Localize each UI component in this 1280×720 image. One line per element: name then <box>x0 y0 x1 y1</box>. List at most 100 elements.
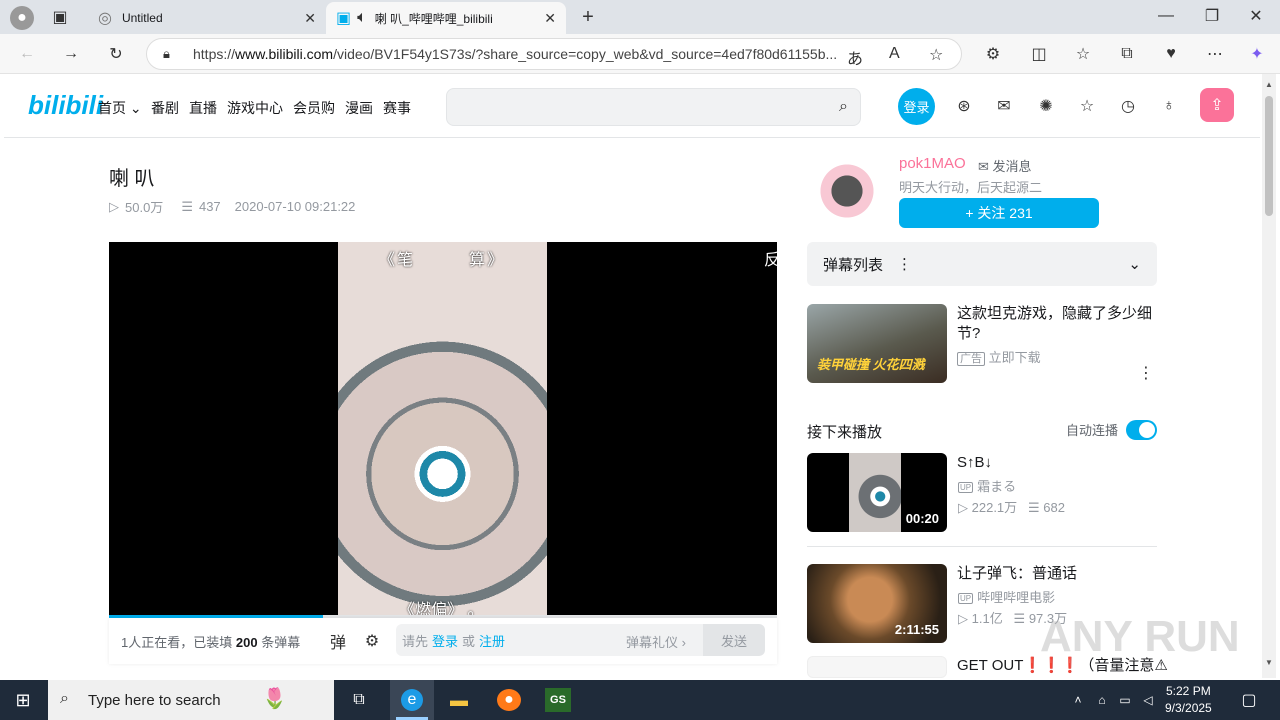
close-tab-icon[interactable]: ✕ <box>304 10 316 27</box>
copilot-icon[interactable]: ✦ <box>1246 43 1268 65</box>
nav-live[interactable]: 直播 <box>189 98 217 118</box>
split-screen-icon[interactable]: ◫ <box>1028 43 1050 65</box>
back-icon[interactable]: ← <box>16 43 38 65</box>
more-options-icon[interactable]: ⋮ <box>897 255 912 273</box>
danmaku-count-icon: ☰ <box>1028 500 1040 515</box>
upload-button[interactable]: ⇪ <box>1200 88 1234 122</box>
uploader-avatar[interactable] <box>816 160 878 222</box>
favorite-star-icon[interactable]: ☆ <box>929 45 943 65</box>
volume-icon[interactable]: ◁ <box>1140 690 1156 710</box>
speaker-icon[interactable]: 🔈︎ <box>357 9 367 27</box>
send-message-link[interactable]: ✉ 发消息 <box>978 156 1032 175</box>
read-aloud-icon[interactable]: A <box>889 45 900 63</box>
dynamic-icon[interactable]: ✺ <box>1036 96 1056 116</box>
ad-action[interactable]: 立即下载 <box>989 350 1041 365</box>
search-icon[interactable]: ⌕ <box>839 98 848 116</box>
danmaku-toggle-icon[interactable]: 弹 <box>327 630 349 652</box>
tab-untitled[interactable]: ◎ Untitled ✕ <box>88 2 326 34</box>
new-tab-icon[interactable]: + <box>576 5 600 29</box>
taskbar-clock[interactable]: 5:22 PM 9/3/2025 <box>1165 683 1212 717</box>
bilibili-logo[interactable]: bilibili <box>28 90 103 121</box>
tray-chevron-icon[interactable]: ˄ <box>1070 690 1086 710</box>
favorites-icon[interactable]: ☆ <box>1072 43 1094 65</box>
refresh-icon[interactable]: ↻ <box>105 43 127 65</box>
danmaku-login-link[interactable]: 登录 <box>432 631 458 650</box>
tab-actions-icon[interactable]: ▣ <box>50 7 70 27</box>
notifications-icon[interactable]: ▢ <box>1238 689 1260 711</box>
page-scrollbar[interactable]: ▲ ▼ <box>1262 74 1276 678</box>
history-icon[interactable]: ◷ <box>1118 96 1138 116</box>
windows-start-icon[interactable]: ⊞ <box>12 689 34 711</box>
follow-button[interactable]: + 关注 231 <box>899 198 1099 228</box>
autoplay-toggle[interactable] <box>1126 420 1157 440</box>
browser-essentials-icon[interactable]: ♥ <box>1160 43 1182 65</box>
ad-thumbnail[interactable]: 装甲碰撞 火花四溅 <box>807 304 947 383</box>
nav-anime[interactable]: 番剧 <box>151 98 179 118</box>
uploader-name[interactable]: pok1MAO <box>899 155 966 172</box>
video-player[interactable]: 《笔 算》 《燃偏》 。 反 <box>109 242 777 616</box>
view-count: 50.0万 <box>125 200 164 215</box>
nav-manga[interactable]: 漫画 <box>345 98 373 118</box>
video-title: 喇 叭 <box>109 168 155 190</box>
scrollbar-thumb[interactable] <box>1265 96 1273 216</box>
creator-bulb-icon[interactable]: ♁ <box>1159 96 1179 116</box>
danmaku-register-link[interactable]: 注册 <box>479 631 505 650</box>
uploader-sign: 明天大行动，后天起源二 <box>899 180 1043 195</box>
network-device-icon[interactable]: ⌂ <box>1094 690 1110 710</box>
collections-icon[interactable]: ⧉ <box>1116 43 1138 65</box>
network-icon[interactable]: ▭ <box>1117 690 1133 710</box>
firefox-icon[interactable]: ● <box>497 689 521 711</box>
nav-home[interactable]: 首页 ⌄ <box>98 98 142 118</box>
login-button[interactable]: 登录 <box>898 88 935 125</box>
danmaku-list-panel[interactable]: 弹幕列表 ⋮ ⌄ <box>807 242 1157 286</box>
recommendation-up[interactable]: UP 霜まる <box>958 476 1016 495</box>
recommendation-title[interactable]: S↑B↓ <box>957 453 992 473</box>
danmaku-send-button[interactable]: 发送 <box>703 624 765 656</box>
nav-game-center[interactable]: 游戏中心 <box>227 98 283 118</box>
vip-icon[interactable]: ⊛ <box>954 96 974 116</box>
recommendation-thumbnail[interactable] <box>807 656 947 678</box>
danmaku-count-icon: ☰ <box>1013 611 1026 626</box>
video-meta: ▷ 50.0万 ☰ 437 2020-07-10 09:21:22 <box>109 197 355 216</box>
profile-icon[interactable]: ● <box>10 6 34 30</box>
address-field[interactable]: 🔒︎ https://www.bilibili.com/video/BV1F54… <box>146 38 962 70</box>
recommendation-thumbnail[interactable]: 2:11:55 <box>807 564 947 643</box>
edge-taskbar-item[interactable]: e <box>390 680 434 720</box>
task-view-icon[interactable]: ⧉ <box>348 689 370 711</box>
scroll-down-icon[interactable]: ▼ <box>1265 658 1273 667</box>
more-options-icon[interactable]: ⋮ <box>1138 364 1154 382</box>
search-input[interactable]: ⌕ <box>446 88 861 126</box>
nav-esports[interactable]: 赛事 <box>383 98 411 118</box>
play-count-icon: ▷ <box>109 198 119 214</box>
more-icon[interactable]: ⋯ <box>1204 43 1226 65</box>
ad-meta: 广告 立即下载 <box>957 347 1041 366</box>
recommendation-up[interactable]: UP 哔哩哔哩电影 <box>958 587 1055 606</box>
scroll-up-icon[interactable]: ▲ <box>1265 80 1273 89</box>
taskbar: ⊞ ⌕ Type here to search 🌷 ⧉ e ▬ ● GS ˄ ⌂… <box>0 680 1280 720</box>
play-count-icon: ▷ <box>958 500 968 515</box>
site-header: bilibili 首页 ⌄ 番剧 直播 游戏中心 会员购 漫画 赛事 ⌕ 登录 … <box>4 74 1260 138</box>
up-icon: UP <box>958 593 974 605</box>
minimize-icon[interactable]: — <box>1156 6 1176 26</box>
nav-mall[interactable]: 会员购 <box>293 98 335 118</box>
favorites-star-icon[interactable]: ☆ <box>1077 96 1097 116</box>
chevron-down-icon[interactable]: ⌄ <box>1128 255 1141 273</box>
file-explorer-icon[interactable]: ▬ <box>447 689 471 711</box>
close-tab-icon[interactable]: ✕ <box>544 10 556 27</box>
forward-icon[interactable]: → <box>60 43 82 65</box>
bilibili-tab-icon: ▣ <box>336 10 352 27</box>
recommendation-title[interactable]: 让子弹飞：普通话 <box>957 564 1077 584</box>
restore-icon[interactable]: ❐ <box>1202 6 1222 26</box>
thumbnail-image <box>849 453 901 532</box>
taskbar-search-input[interactable]: ⌕ Type here to search 🌷 <box>48 680 334 720</box>
gs-app-icon[interactable]: GS <box>545 688 571 712</box>
danmaku-settings-icon[interactable]: ⚙ <box>361 630 383 652</box>
close-window-icon[interactable]: ✕ <box>1246 6 1266 26</box>
message-icon[interactable]: ✉ <box>994 96 1014 116</box>
translate-icon[interactable]: あ <box>847 45 863 69</box>
ad-title[interactable]: 这款坦克游戏，隐藏了多少细节? <box>957 304 1157 344</box>
extensions-icon[interactable]: ⚙ <box>982 43 1004 65</box>
recommendation-thumbnail[interactable]: 00:20 <box>807 453 947 532</box>
tab-bilibili[interactable]: ▣ 🔈︎ 喇 叭_哔哩哔哩_bilibili ✕ <box>326 2 566 34</box>
danmaku-etiquette-link[interactable]: 弹幕礼仪 › <box>626 632 686 651</box>
